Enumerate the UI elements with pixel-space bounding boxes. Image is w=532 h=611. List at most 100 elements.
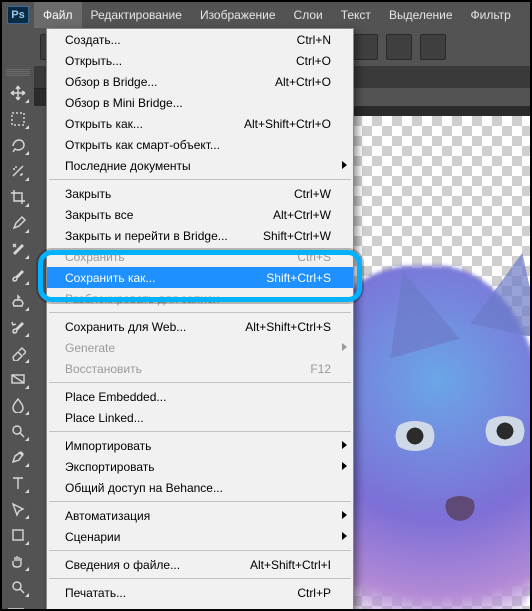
tool-hand[interactable]: [5, 549, 31, 573]
menu-separator: [49, 179, 351, 180]
menu-item: ВосстановитьF12: [47, 358, 353, 379]
menubar-item-выделение[interactable]: Выделение: [380, 2, 462, 28]
app-badge: Ps: [2, 2, 34, 28]
menu-separator: [49, 312, 351, 313]
tool-blur[interactable]: [5, 393, 31, 417]
tool-lasso[interactable]: [5, 133, 31, 157]
menu-item-shortcut: Alt+Shift+Ctrl+O: [232, 117, 331, 131]
menu-item[interactable]: Сценарии: [47, 526, 353, 547]
app-badge-text: Ps: [7, 6, 28, 24]
path-select-icon: [10, 501, 26, 517]
tool-crop[interactable]: [5, 185, 31, 209]
tool-healing-brush[interactable]: [5, 237, 31, 261]
tool-marquee[interactable]: [5, 107, 31, 131]
menubar-item-фильтр[interactable]: Фильтр: [462, 2, 520, 28]
menu-item-label: Закрыть: [65, 187, 282, 201]
menu-item[interactable]: Создать...Ctrl+N: [47, 29, 353, 50]
move-icon: [10, 85, 26, 101]
tool-rectangle[interactable]: [5, 523, 31, 547]
menu-item[interactable]: Сохранить как...Shift+Ctrl+S: [47, 267, 353, 288]
tool-pen[interactable]: [5, 445, 31, 469]
menu-item-label: Открыть как смарт-объект...: [65, 138, 331, 152]
tool-magic-wand[interactable]: [5, 159, 31, 183]
menu-item-label: Открыть...: [65, 54, 284, 68]
tool-gradient[interactable]: [5, 367, 31, 391]
gradient-icon: [10, 371, 26, 387]
submenu-arrow-icon: [342, 532, 347, 540]
menu-item-shortcut: Ctrl+W: [282, 187, 331, 201]
menu-item[interactable]: Экспортировать: [47, 456, 353, 477]
color-swatches[interactable]: [5, 605, 31, 611]
menu-item[interactable]: Автоматизация: [47, 505, 353, 526]
menu-separator: [49, 431, 351, 432]
menu-item-label: Последние документы: [65, 159, 331, 173]
submenu-arrow-icon: [342, 441, 347, 449]
tool-type[interactable]: [5, 471, 31, 495]
menu-item[interactable]: Открыть...Ctrl+O: [47, 50, 353, 71]
menubar-item-редактирование[interactable]: Редактирование: [82, 2, 191, 28]
menu-item[interactable]: ЗакрытьCtrl+W: [47, 183, 353, 204]
hand-icon: [10, 553, 26, 569]
history-brush-icon: [10, 319, 26, 335]
menu-item-label: Общий доступ на Behance...: [65, 481, 331, 495]
dodge-icon: [10, 423, 26, 439]
menu-item-label: Сценарии: [65, 530, 331, 544]
menu-item-label: Сведения о файле...: [65, 558, 238, 572]
menubar-item-слои[interactable]: Слои: [285, 2, 332, 28]
menu-item-shortcut: Alt+Shift+Ctrl+S: [233, 320, 331, 334]
menu-item[interactable]: Закрыть всеAlt+Ctrl+W: [47, 204, 353, 225]
menu-item[interactable]: Обзор в Bridge...Alt+Ctrl+O: [47, 71, 353, 92]
menu-item-label: Создать...: [65, 33, 285, 47]
toolbox: [2, 66, 35, 609]
menu-item[interactable]: Печать одного экземпляраAlt+Shift+Ctrl+P: [47, 603, 353, 611]
tool-dodge[interactable]: [5, 419, 31, 443]
menu-item[interactable]: Сведения о файле...Alt+Shift+Ctrl+I: [47, 554, 353, 575]
menu-item-shortcut: Ctrl+O: [284, 54, 331, 68]
menu-item-shortcut: Ctrl+S: [285, 250, 331, 264]
tool-brush[interactable]: [5, 263, 31, 287]
menu-item[interactable]: Печатать...Ctrl+P: [47, 582, 353, 603]
menu-item[interactable]: Последние документы: [47, 155, 353, 176]
menubar-item-файл[interactable]: Файл: [34, 2, 82, 28]
tool-eraser[interactable]: [5, 341, 31, 365]
menu-item[interactable]: Закрыть и перейти в Bridge...Shift+Ctrl+…: [47, 225, 353, 246]
menu-item-label: Открыть как...: [65, 117, 232, 131]
option-slot[interactable]: [386, 34, 412, 60]
tool-eyedropper[interactable]: [5, 211, 31, 235]
menu-item-label: Автоматизация: [65, 509, 331, 523]
option-slot[interactable]: [352, 34, 378, 60]
menu-item[interactable]: Общий доступ на Behance...: [47, 477, 353, 498]
option-slot[interactable]: [420, 34, 446, 60]
menu-item-shortcut: Alt+Ctrl+O: [263, 75, 331, 89]
blur-icon: [10, 397, 26, 413]
menu-item[interactable]: Открыть как...Alt+Shift+Ctrl+O: [47, 113, 353, 134]
menu-item-label: Импортировать: [65, 439, 331, 453]
submenu-arrow-icon: [342, 511, 347, 519]
menu-item[interactable]: Импортировать: [47, 435, 353, 456]
menubar-item-изображение[interactable]: Изображение: [191, 2, 285, 28]
menu-separator: [49, 382, 351, 383]
tool-path-select[interactable]: [5, 497, 31, 521]
menu-item[interactable]: Сохранить для Web...Alt+Shift+Ctrl+S: [47, 316, 353, 337]
clone-stamp-icon: [10, 293, 26, 309]
menu-item[interactable]: Обзор в Mini Bridge...: [47, 92, 353, 113]
brush-icon: [10, 267, 26, 283]
toolbox-grip[interactable]: [6, 69, 30, 77]
type-icon: [10, 475, 26, 491]
tool-history-brush[interactable]: [5, 315, 31, 339]
menu-item-shortcut: Ctrl+P: [285, 586, 331, 600]
healing-brush-icon: [10, 241, 26, 257]
menu-item[interactable]: Открыть как смарт-объект...: [47, 134, 353, 155]
menubar-item-текст[interactable]: Текст: [332, 2, 380, 28]
tool-move[interactable]: [5, 81, 31, 105]
lasso-icon: [10, 137, 26, 153]
menu-separator: [49, 550, 351, 551]
menu-item: СохранитьCtrl+S: [47, 246, 353, 267]
tool-zoom[interactable]: [5, 575, 31, 599]
menu-separator: [49, 501, 351, 502]
tool-clone-stamp[interactable]: [5, 289, 31, 313]
menu-item-shortcut: Ctrl+N: [285, 33, 331, 47]
menu-item[interactable]: Place Embedded...: [47, 386, 353, 407]
menu-item[interactable]: Place Linked...: [47, 407, 353, 428]
eraser-icon: [10, 345, 26, 361]
